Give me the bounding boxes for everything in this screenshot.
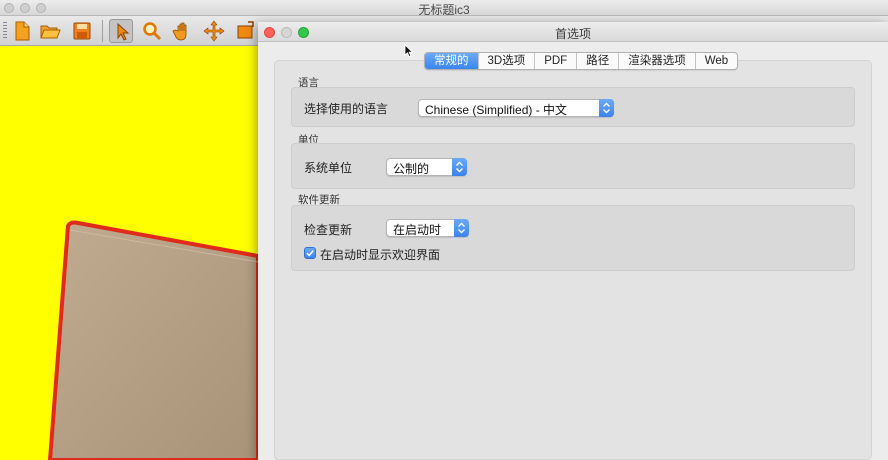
frame-tool-button[interactable]: [233, 19, 257, 43]
language-select-value: Chinese (Simplified) - 中文: [425, 103, 568, 117]
zoom-icon: [143, 22, 162, 41]
move-tool-button[interactable]: [202, 19, 226, 43]
tab-paths[interactable]: 路径: [576, 53, 618, 69]
preferences-window-title: 首选项: [554, 27, 591, 41]
beige-polygon-shape[interactable]: [48, 220, 258, 460]
updown-chevron-icon: [458, 222, 465, 234]
tab-web[interactable]: Web: [694, 53, 737, 69]
update-select-value: 在启动时: [393, 223, 442, 237]
tab-renderer-options[interactable]: 渲染器选项: [618, 53, 695, 69]
new-file-icon: [15, 21, 30, 41]
language-label: 选择使用的语言: [304, 102, 389, 116]
drawing-canvas[interactable]: [0, 46, 258, 460]
tab-general[interactable]: 常规的: [425, 53, 478, 69]
mouse-pointer-icon: [404, 44, 414, 58]
language-group: 选择使用的语言 Chinese (Simplified) - 中文: [291, 87, 855, 127]
units-label: 系统单位: [304, 161, 353, 175]
welcome-screen-checkbox-label[interactable]: 在启动时显示欢迎界面: [320, 246, 440, 263]
preferences-tab-bar: 常规的 3D选项 PDF 路径 渲染器选项 Web: [424, 52, 739, 70]
units-select-value: 公制的: [393, 162, 430, 176]
tab-3d-options[interactable]: 3D选项: [477, 53, 535, 69]
frame-icon: [237, 21, 254, 39]
toolbar-grip[interactable]: [3, 22, 7, 40]
open-folder-icon: [40, 25, 61, 39]
preferences-window: 首选项 常规的 3D选项 PDF 路径 渲染器选项 Web 语言 选择使用的语言…: [258, 22, 888, 460]
units-group: 系统单位 公制的: [291, 143, 855, 189]
move-icon: [203, 20, 225, 42]
update-label: 检查更新: [304, 223, 353, 237]
update-group: 检查更新 在启动时 在启动时显示欢迎界面: [291, 205, 855, 271]
language-select-arrows: [599, 99, 614, 117]
zoom-tool-button[interactable]: [140, 19, 164, 43]
select-tool-button[interactable]: [109, 19, 133, 43]
checkmark-icon: [306, 250, 314, 257]
updown-chevron-icon: [603, 102, 610, 114]
units-select[interactable]: 公制的: [386, 158, 467, 176]
language-select[interactable]: Chinese (Simplified) - 中文: [418, 99, 614, 117]
save-icon: [73, 22, 91, 40]
toolbar-separator: [102, 20, 103, 42]
welcome-screen-checkbox[interactable]: [304, 247, 316, 259]
canvas-drawing: [48, 220, 258, 460]
preferences-title-bar: 首选项: [258, 22, 888, 42]
units-select-arrows: [452, 158, 467, 176]
new-file-button[interactable]: [10, 19, 34, 43]
open-button[interactable]: [38, 19, 62, 43]
update-select-arrows: [454, 219, 469, 237]
tab-pdf[interactable]: PDF: [534, 53, 576, 69]
select-arrow-icon: [117, 22, 130, 41]
app-title-bar: 无标题ic3: [0, 0, 888, 17]
update-select[interactable]: 在启动时: [386, 219, 469, 237]
pan-tool-button[interactable]: [171, 19, 195, 43]
updown-chevron-icon: [456, 161, 463, 173]
save-button[interactable]: [70, 19, 94, 43]
pan-hand-icon: [172, 22, 187, 41]
